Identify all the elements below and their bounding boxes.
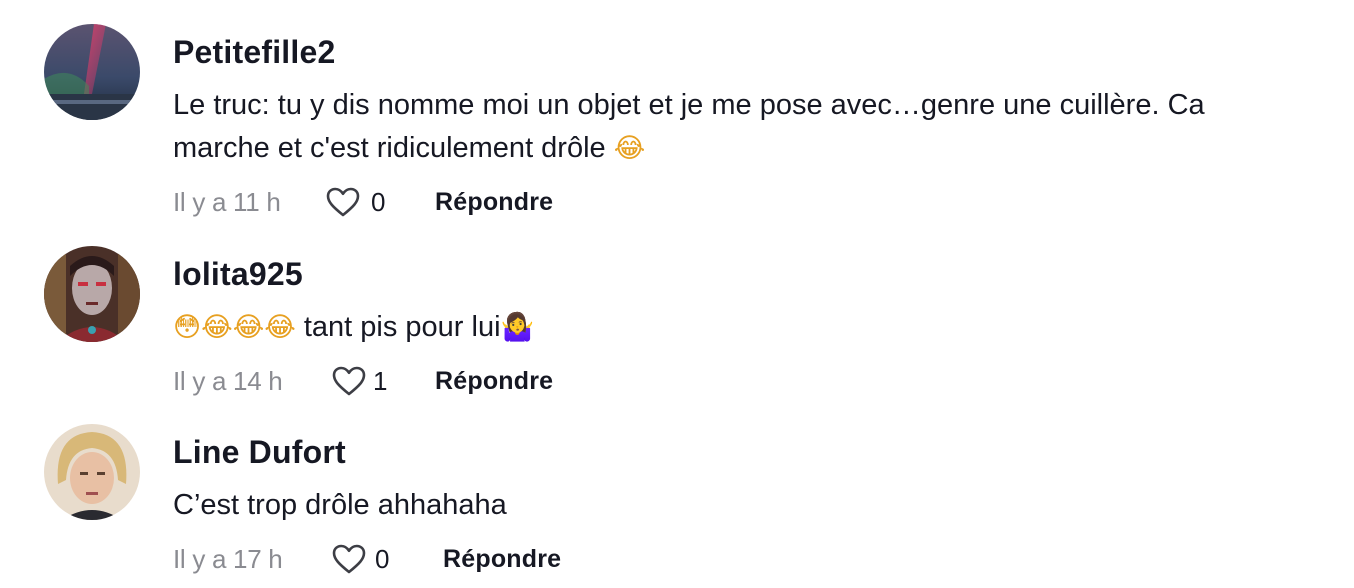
comment-body: lolita925 😳😂😂😂 tant pis pour lui🤷‍♀️ Il …: [173, 246, 1313, 401]
username[interactable]: Line Dufort: [173, 432, 1313, 472]
heart-outline-icon[interactable]: [325, 186, 361, 218]
comment-meta: Il y a 14 h 1 Répondre: [173, 361, 1313, 401]
comment-list: Petitefille2 Le truc: tu y dis nomme moi…: [0, 0, 1354, 588]
heart-outline-icon[interactable]: [331, 365, 367, 397]
comment-meta: Il y a 17 h 0 Répondre: [173, 539, 1313, 579]
shrug-emoji: 🤷‍♀️: [500, 312, 535, 343]
avatar[interactable]: [44, 424, 140, 520]
laughing-emoji: 😂: [613, 133, 646, 164]
username[interactable]: Petitefille2: [173, 32, 1313, 72]
reply-button[interactable]: Répondre: [443, 545, 561, 574]
heart-outline-icon[interactable]: [331, 543, 367, 575]
comment-text-line1: Le truc: tu y dis nomme moi un objet et …: [173, 89, 1205, 121]
comment-text: 😳😂😂😂 tant pis pour lui🤷‍♀️: [173, 306, 1313, 349]
reply-button[interactable]: Répondre: [435, 367, 553, 396]
comment-text: C’est trop drôle ahhahaha: [173, 489, 507, 521]
reply-button[interactable]: Répondre: [435, 188, 553, 217]
comment-text-line2: marche et c'est ridiculement drôle: [173, 132, 606, 164]
comment-text: Le truc: tu y dis nomme moi un objet et …: [173, 84, 1313, 170]
comment-body: Petitefille2 Le truc: tu y dis nomme moi…: [173, 24, 1313, 222]
like-count: 0: [371, 186, 386, 217]
comment-body: Line Dufort C’est trop drôle ahhahaha Il…: [173, 424, 1313, 579]
avatar[interactable]: [44, 24, 140, 120]
selfie-avatar: [44, 424, 140, 520]
like-count: 1: [373, 365, 388, 396]
comment-meta: Il y a 11 h 0 Répondre: [173, 182, 1313, 222]
timestamp: Il y a 17 h: [173, 543, 283, 574]
like-count: 0: [375, 543, 390, 574]
like-button[interactable]: 1: [331, 365, 435, 397]
comment-text-body: tant pis pour lui: [295, 311, 501, 343]
timestamp: Il y a 14 h: [173, 365, 283, 396]
like-button[interactable]: 0: [325, 186, 435, 218]
like-button[interactable]: 0: [331, 543, 443, 575]
emoji-group: 😳😂😂😂: [173, 312, 296, 343]
portrait-avatar: [44, 246, 140, 342]
avatar[interactable]: [44, 246, 140, 342]
timestamp: Il y a 11 h: [173, 186, 281, 217]
aurora-landscape-avatar: [44, 24, 140, 120]
username[interactable]: lolita925: [173, 254, 1313, 294]
